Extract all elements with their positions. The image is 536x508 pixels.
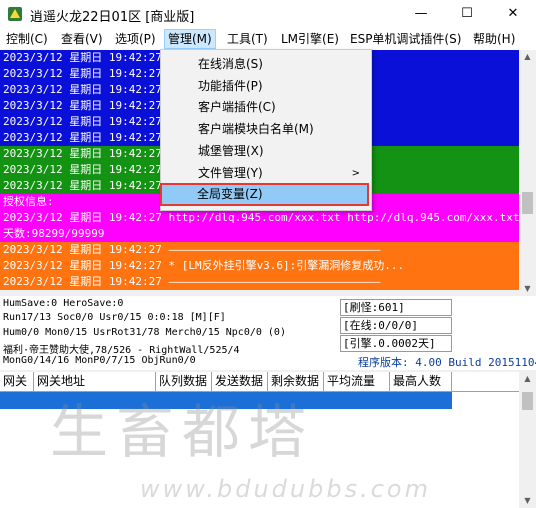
close-button[interactable]: ✕ [490, 0, 536, 28]
log-scrollbar[interactable]: ▲ ▼ [519, 50, 536, 296]
maximize-button[interactable]: ☐ [444, 0, 490, 28]
menu-item-client-whitelist[interactable]: 客户端模块白名单(M) [162, 119, 368, 140]
menu-item-client-plugin[interactable]: 客户端插件(C) [162, 97, 368, 118]
window-title: 逍遥火龙22日01区 [商业版] [30, 10, 195, 25]
menu-item-label: 客户端插件(C) [198, 100, 276, 114]
monster-refresh-box: [刷怪:601] [340, 299, 452, 316]
menu-item-label: 功能插件(P) [198, 79, 263, 93]
watermark-url: www.bdudubbs.com [140, 475, 431, 503]
col-header-gateway[interactable]: 网关 [0, 372, 34, 391]
menu-item-label: 在线消息(S) [198, 57, 263, 71]
menu-options[interactable]: 选项(P) [112, 30, 159, 48]
status-line: Hum0/0 Mon0/15 UsrRot31/78 Merch0/15 Npc… [3, 327, 286, 338]
menu-item-castle-manage[interactable]: 城堡管理(X) [162, 141, 368, 162]
app-icon [8, 7, 22, 21]
menu-esp-plugin[interactable]: ESP单机调试插件(S) [347, 30, 464, 48]
log-line: 2023/3/12 星期日 19:42:27 * [LM反外挂引擎v3.6]:引… [0, 258, 519, 274]
status-line: Run17/13 Soc0/0 Usr0/15 0:0:18 [M][F] [3, 312, 226, 323]
menu-item-online-message[interactable]: 在线消息(S) [162, 54, 368, 75]
status-line: HumSave:0 HeroSave:0 [3, 298, 124, 309]
menu-item-label: 全局变量(Z) [197, 187, 263, 201]
menu-item-global-vars[interactable]: 全局变量(Z) [160, 183, 369, 206]
menu-control[interactable]: 控制(C) [3, 30, 51, 48]
menu-item-function-plugin[interactable]: 功能插件(P) [162, 76, 368, 97]
program-version: 程序版本: 4.00 Build 20151104 [358, 356, 536, 369]
scroll-up-icon[interactable]: ▲ [519, 50, 536, 64]
menu-item-label: 客户端模块白名单(M) [198, 122, 314, 136]
grid-scroll-thumb[interactable] [522, 392, 533, 410]
minimize-button[interactable]: — [398, 0, 444, 28]
log-scroll-thumb[interactable] [522, 192, 533, 214]
menu-help[interactable]: 帮助(H) [470, 30, 518, 48]
log-line: 天数:98299/99999 [0, 226, 519, 242]
menu-item-label: 城堡管理(X) [198, 144, 264, 158]
manage-dropdown-menu: 在线消息(S) 功能插件(P) 客户端插件(C) 客户端模块白名单(M) 城堡管… [160, 49, 372, 211]
status-line: 福利·帝王赞助大使,78/526 - RightWall/525/4 [3, 345, 240, 356]
submenu-arrow-icon: > [351, 168, 360, 179]
log-line: 2023/3/12 星期日 19:42:27 http://dlq.945.co… [0, 210, 519, 226]
menu-bar: 控制(C) 查看(V) 选项(P) 管理(M) 工具(T) LM引擎(E) ES… [0, 28, 536, 51]
log-line: 2023/3/12 星期日 19:42:27 —————————————————… [0, 242, 519, 258]
col-header-max-users[interactable]: 最高人数 [390, 372, 452, 391]
scroll-down-icon[interactable]: ▼ [519, 494, 536, 508]
menu-item-file-manage[interactable]: 文件管理(Y) > [162, 163, 368, 184]
col-header-avg-traffic[interactable]: 平均流量 [324, 372, 390, 391]
scroll-up-icon[interactable]: ▲ [519, 372, 536, 386]
title-bar: 逍遥火龙22日01区 [商业版] — ☐ ✕ [0, 0, 536, 28]
watermark-text: 生畜都塔 [50, 398, 315, 466]
menu-manage[interactable]: 管理(M) [164, 29, 216, 49]
grid-scrollbar[interactable]: ▲ ▼ [519, 372, 536, 508]
menu-tools[interactable]: 工具(T) [224, 30, 271, 48]
menu-lm-engine[interactable]: LM引擎(E) [278, 30, 342, 48]
scroll-down-icon[interactable]: ▼ [519, 282, 536, 296]
status-line: MonG0/14/16 MonP0/7/15 ObjRun0/0 [3, 355, 196, 366]
engine-days-box: [引擎.0.0002天] [340, 335, 452, 352]
menu-view[interactable]: 查看(V) [58, 30, 106, 48]
menu-item-label: 文件管理(Y) [198, 166, 263, 180]
log-line: 2023/3/12 星期日 19:42:27 —————————————————… [0, 274, 519, 290]
status-panel: HumSave:0 HeroSave:0 Run17/13 Soc0/0 Usr… [0, 296, 536, 370]
online-count-box: [在线:0/0/0] [340, 317, 452, 334]
